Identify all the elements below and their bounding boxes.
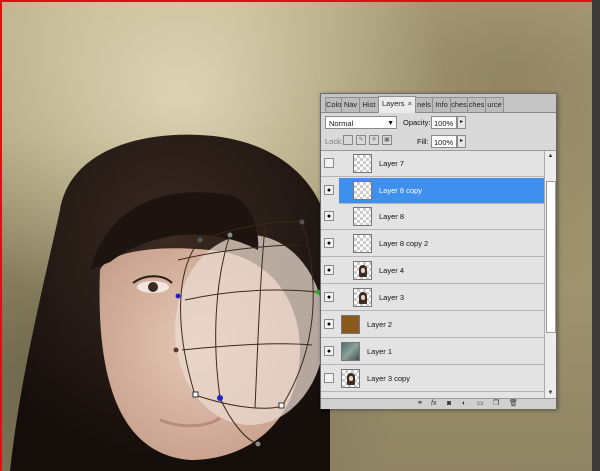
fill-label: Fill: [417,137,429,146]
eye-icon[interactable]: ● [324,185,334,195]
eye-icon[interactable]: ● [324,238,334,248]
layer-name: Layer 8 [379,212,405,221]
layer-thumbnail [341,315,360,334]
eye-icon[interactable]: ● [324,346,334,356]
opacity-slider-arrow[interactable]: ▸ [457,116,466,129]
group-folder-icon[interactable]: ▭ [477,399,484,409]
tab-brushes[interactable]: ches [467,97,486,112]
layer-name: Layer 3 [379,293,405,302]
scrollbar-thumb[interactable] [546,181,556,333]
tab-info[interactable]: Info [432,97,451,112]
layer-thumbnail [341,342,360,361]
lock-all-icon[interactable]: ▣ [382,135,392,145]
layer-row[interactable]: Layer 7 [321,151,544,177]
layer-thumbnail [353,154,372,173]
close-icon[interactable]: × [408,99,412,108]
layer-name: Layer 1 [367,347,393,356]
layer-thumbnail [353,288,372,307]
canvas-border-top [0,0,600,2]
layer-row[interactable]: ● Layer 8 [321,204,544,230]
fill-slider-arrow[interactable]: ▸ [457,135,466,148]
layer-name: Layer 8 copy [379,186,422,195]
eye-icon[interactable]: ● [324,265,334,275]
layer-thumbnail [341,369,360,388]
layer-thumbnail [353,207,372,226]
lock-transparency-icon[interactable] [343,135,353,145]
tab-channels[interactable]: nels [415,97,433,112]
eye-icon[interactable]: ● [324,319,334,329]
eye-icon[interactable]: ● [324,211,334,221]
fill-input[interactable]: 100% [431,135,457,148]
tab-color[interactable]: Colo [325,97,342,112]
canvas-border-left [0,0,2,471]
new-layer-icon[interactable]: ❐ [493,399,499,409]
scroll-up-icon[interactable]: ▲ [545,151,556,161]
layer-row[interactable]: ● Layer 3 [321,285,544,311]
layer-thumbnail [353,181,372,200]
chevron-down-icon: ▼ [387,120,394,127]
tab-swatches[interactable]: ches [450,97,468,112]
fx-icon[interactable]: fx [431,399,436,409]
window-edge [592,0,600,471]
lock-pixels-icon[interactable]: ✎ [356,135,366,145]
lock-label: Lock: [325,137,343,146]
opacity-input[interactable]: 100% [431,116,457,129]
tab-layers[interactable]: Layers × [378,96,416,113]
layer-thumbnail [353,234,372,253]
layer-row[interactable]: ● Layer 1 [321,339,544,365]
link-layers-icon[interactable]: ⚭ [417,399,423,409]
layer-name: Layer 2 [367,320,393,329]
opacity-label: Opacity: [403,118,431,127]
layer-row[interactable]: ● Layer 8 copy 2 [321,231,544,257]
layer-name: Layer 8 copy 2 [379,239,429,248]
layers-panel: Colo Nav Hist Layers × nels Info ches ch… [320,93,557,409]
scroll-down-icon[interactable]: ▼ [545,388,556,398]
panel-footer: ⚭ fx ◙ ◐ ▭ ❐ 🗑 [321,398,556,409]
layer-name: Layer 4 [379,266,405,275]
layers-list: Layer 7 Layer 8 copy ● ● Layer 8 ● Layer… [321,151,544,398]
tab-navigator[interactable]: Nav [341,97,360,112]
visibility-toggle[interactable] [324,158,334,168]
trash-icon[interactable]: 🗑 [509,399,518,409]
layer-thumbnail [353,261,372,280]
layer-row[interactable]: ● Layer 2 [321,312,544,338]
blend-mode-select[interactable]: Normal ▼ [325,116,397,129]
eye-icon[interactable]: ● [324,292,334,302]
visibility-toggle[interactable] [324,373,334,383]
layer-name: Layer 3 copy [367,374,410,383]
layers-scrollbar[interactable]: ▲ ▼ [544,151,556,398]
layer-mask-icon[interactable]: ◙ [447,399,451,409]
layer-row-selected[interactable]: Layer 8 copy [339,178,544,204]
lock-position-icon[interactable]: ✛ [369,135,379,145]
layer-name: Layer 7 [379,159,405,168]
tab-history[interactable]: Hist [359,97,379,112]
panel-tabs: Colo Nav Hist Layers × nels Info ches ch… [321,94,556,113]
layer-row[interactable]: Layer 3 copy [321,366,544,392]
adjustment-layer-icon[interactable]: ◐ [462,399,466,409]
layer-row[interactable]: ● Layer 4 [321,258,544,284]
blend-mode-value: Normal [329,119,354,128]
tab-source[interactable]: urce [485,97,504,112]
